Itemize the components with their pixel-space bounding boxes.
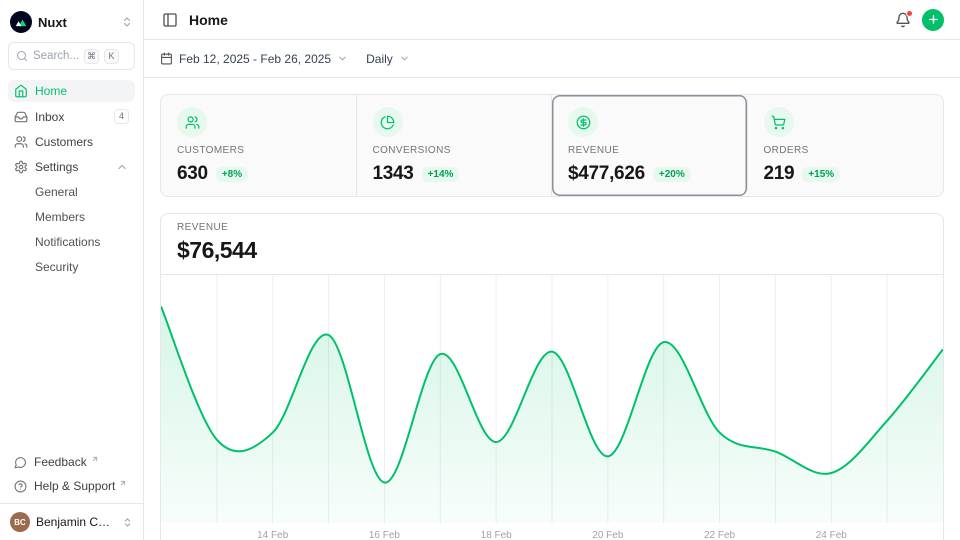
help-support-label: Help & Support [34, 479, 115, 493]
chevron-down-icon [337, 53, 348, 64]
user-name: Benjamin Canac [36, 515, 116, 529]
filters-toolbar: Feb 12, 2025 - Feb 26, 2025 Daily [144, 40, 960, 78]
external-link-icon [119, 479, 127, 487]
stat-label: Conversions [373, 145, 536, 156]
date-range-picker[interactable]: Feb 12, 2025 - Feb 26, 2025 [160, 52, 348, 66]
pie-chart-icon [373, 107, 403, 137]
inbox-icon [14, 110, 28, 124]
sidebar-item-label: Inbox [35, 110, 64, 124]
sidebar-item-label: Settings [35, 160, 78, 174]
svg-text:24 Feb: 24 Feb [816, 530, 848, 540]
message-icon [14, 456, 27, 469]
stat-value: 219 [764, 163, 795, 185]
sidebar-spacer [8, 278, 135, 451]
sidebar-item-customers[interactable]: Customers [8, 131, 135, 153]
delta-badge: +8% [216, 167, 248, 182]
svg-text:18 Feb: 18 Feb [481, 530, 513, 540]
chevron-down-icon [399, 53, 410, 64]
home-icon [14, 84, 28, 98]
main-area: Home Feb 12, 2025 - Feb 26, 2025 Daily [144, 0, 960, 540]
stat-value: 1343 [373, 163, 414, 185]
stat-value: $477,626 [568, 163, 645, 185]
chart-body: 14 Feb 16 Feb 18 Feb 20 Feb 22 Feb 24 Feb [161, 275, 943, 540]
workspace-selector[interactable]: Nuxt [8, 8, 135, 36]
users-icon [14, 135, 28, 149]
sidebar-nav: Home Inbox 4 Customers Settings General … [8, 80, 135, 278]
external-link-icon [91, 455, 99, 463]
sidebar-item-general[interactable]: General [8, 181, 135, 203]
chevron-updown-icon [122, 517, 133, 528]
svg-text:14 Feb: 14 Feb [257, 530, 289, 540]
command-kbd: ⌘ [84, 49, 99, 64]
dashboard-content: Customers 630 +8% Conversions 1343 +14% [144, 78, 960, 540]
k-kbd: K [104, 49, 119, 64]
nuxt-logo-icon [10, 11, 32, 33]
settings-submenu: General Members Notifications Security [8, 181, 135, 278]
chevron-up-icon [115, 161, 129, 173]
sidebar-item-settings[interactable]: Settings [8, 156, 135, 178]
stat-card-revenue[interactable]: Revenue $477,626 +20% [552, 95, 748, 196]
period-select[interactable]: Daily [366, 52, 410, 66]
plus-icon [927, 13, 940, 26]
cart-icon [764, 107, 794, 137]
user-menu[interactable]: BC Benjamin Canac [0, 503, 143, 540]
delta-badge: +15% [802, 167, 840, 182]
sidebar-item-inbox[interactable]: Inbox 4 [8, 105, 135, 128]
revenue-chart-card: Revenue $76,544 14 Feb 16 Feb 18 Feb 20 Feb… [160, 213, 944, 540]
stat-card-conversions[interactable]: Conversions 1343 +14% [357, 95, 553, 196]
svg-text:22 Feb: 22 Feb [704, 530, 736, 540]
search-placeholder: Search... [33, 50, 79, 62]
top-header: Home [144, 0, 960, 40]
delta-badge: +14% [422, 167, 460, 182]
search-icon [16, 50, 28, 62]
stat-card-customers[interactable]: Customers 630 +8% [161, 95, 357, 196]
gear-icon [14, 160, 28, 174]
help-circle-icon [14, 480, 27, 493]
sidebar-item-notifications[interactable]: Notifications [8, 231, 135, 253]
stat-label: Orders [764, 145, 928, 156]
sidebar-item-members[interactable]: Members [8, 206, 135, 228]
chart-header: Revenue $76,544 [161, 214, 943, 275]
stats-grid: Customers 630 +8% Conversions 1343 +14% [160, 94, 944, 197]
help-support-link[interactable]: Help & Support [8, 475, 135, 497]
svg-text:16 Feb: 16 Feb [369, 530, 401, 540]
feedback-label: Feedback [34, 455, 87, 469]
chart-metric-label: Revenue [177, 222, 927, 233]
sidebar: Nuxt Search... ⌘ K Home Inbox 4 Customer… [0, 0, 144, 540]
inbox-count-badge: 4 [114, 109, 129, 124]
calendar-icon [160, 52, 173, 65]
period-label: Daily [366, 52, 393, 66]
sidebar-item-security[interactable]: Security [8, 256, 135, 278]
date-range-label: Feb 12, 2025 - Feb 26, 2025 [179, 52, 331, 66]
users-icon [177, 107, 207, 137]
sidebar-item-home[interactable]: Home [8, 80, 135, 102]
feedback-link[interactable]: Feedback [8, 451, 135, 473]
svg-text:20 Feb: 20 Feb [592, 530, 624, 540]
stat-value: 630 [177, 163, 208, 185]
search-input[interactable]: Search... ⌘ K [8, 42, 135, 70]
revenue-chart-svg: 14 Feb 16 Feb 18 Feb 20 Feb 22 Feb 24 Feb [161, 275, 943, 540]
page-title: Home [189, 12, 228, 28]
chart-metric-value: $76,544 [177, 236, 927, 264]
dollar-circle-icon [568, 107, 598, 137]
sidebar-footer: Feedback Help & Support [8, 451, 135, 503]
workspace-name: Nuxt [38, 15, 67, 30]
stat-card-orders[interactable]: Orders 219 +15% [748, 95, 944, 196]
notifications-button[interactable] [893, 10, 913, 30]
panel-left-icon [162, 12, 178, 28]
delta-badge: +20% [653, 167, 691, 182]
notification-dot [906, 10, 913, 17]
avatar: BC [10, 512, 30, 532]
collapse-sidebar-button[interactable] [160, 10, 180, 30]
stat-label: Revenue [568, 145, 731, 156]
add-button[interactable] [922, 9, 944, 31]
sidebar-item-label: Home [35, 84, 67, 98]
sidebar-item-label: Customers [35, 135, 93, 149]
app-root: Nuxt Search... ⌘ K Home Inbox 4 Customer… [0, 0, 960, 540]
stat-label: Customers [177, 145, 340, 156]
chevron-updown-icon [121, 16, 133, 28]
